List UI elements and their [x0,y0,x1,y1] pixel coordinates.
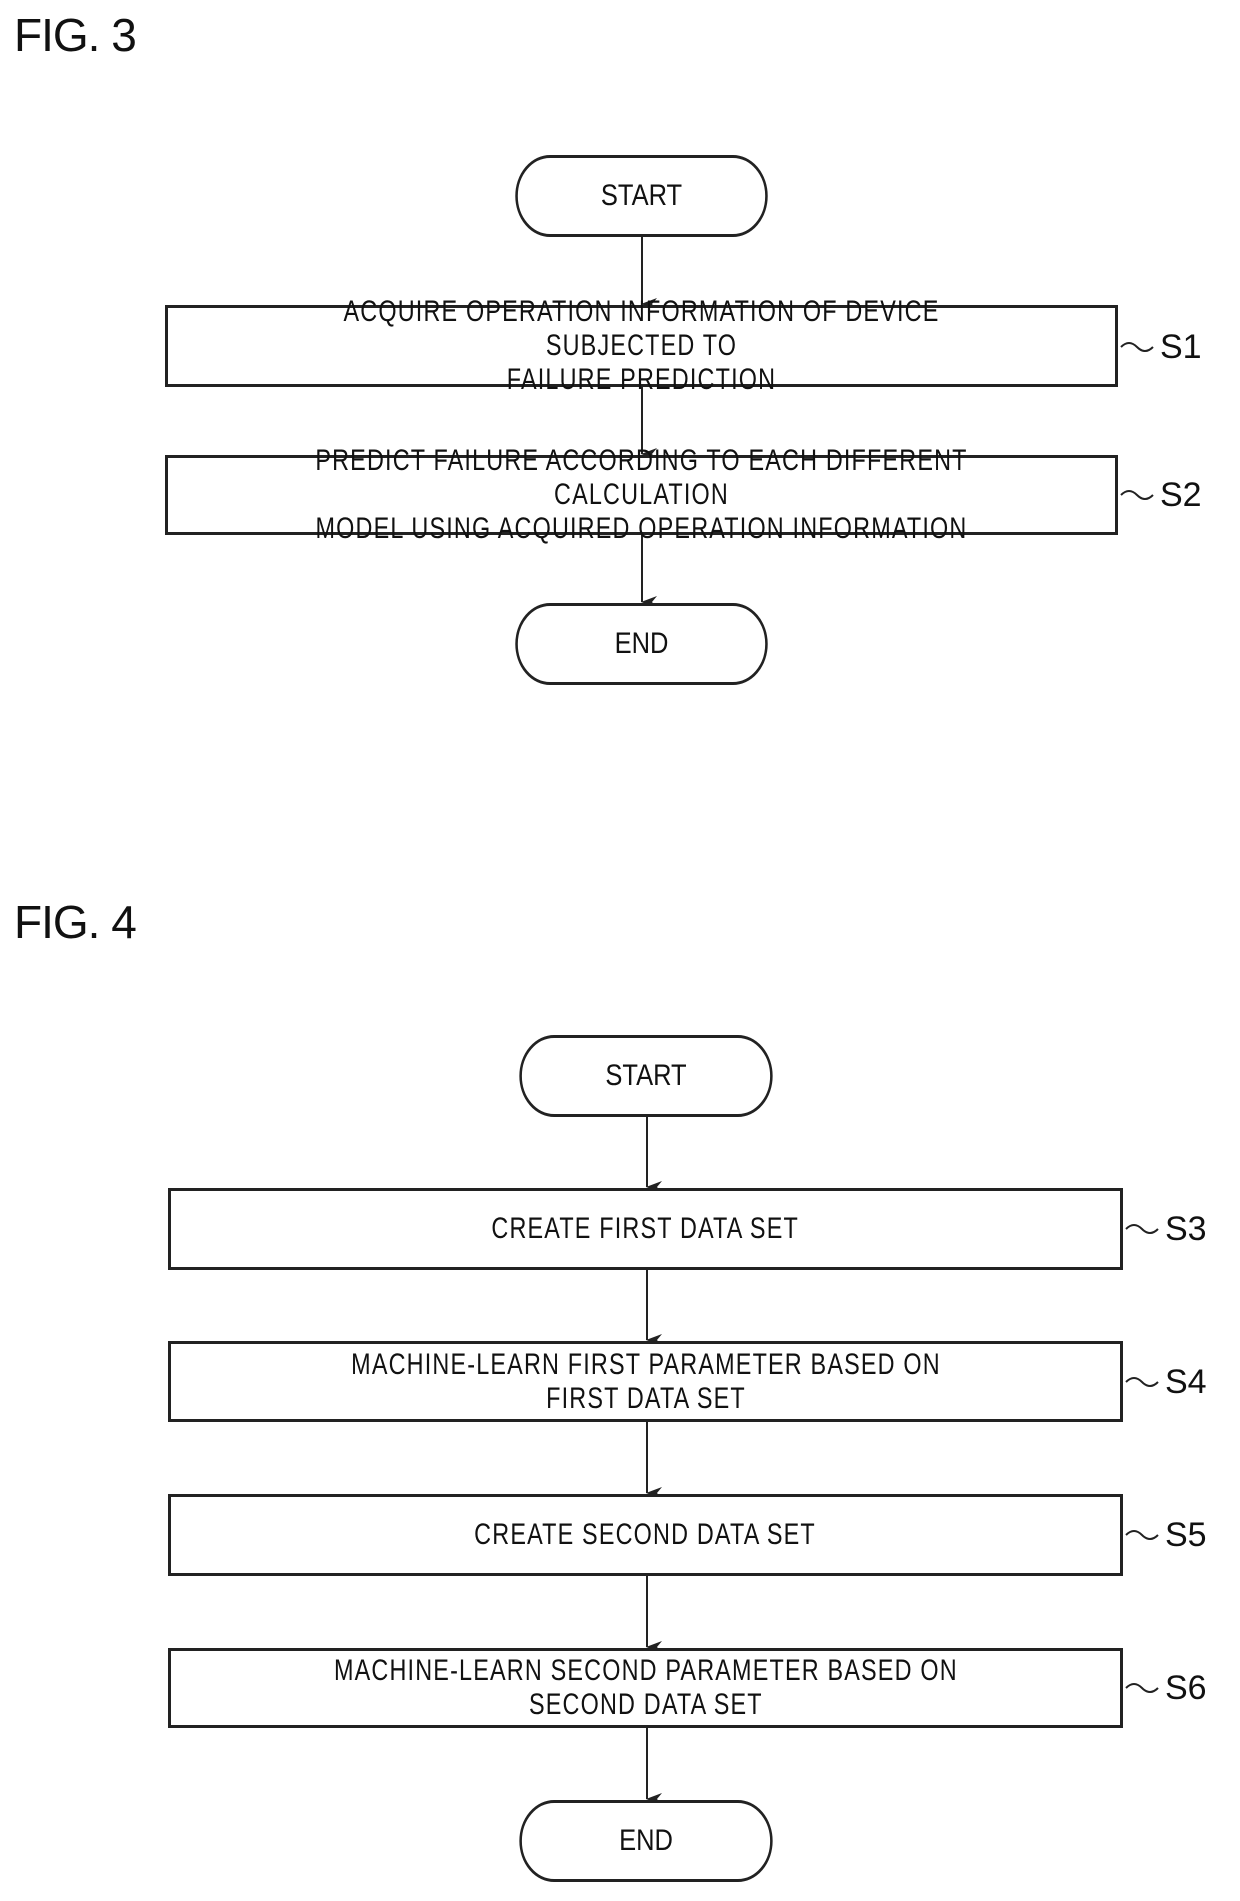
step-s3-text: CREATE FIRST DATA SET [491,1212,800,1245]
figure-4-label: FIG. 4 [14,896,137,948]
step-s1-box: ACQUIRE OPERATION INFORMATION OF DEVICE … [165,295,1118,396]
fig3-start-terminal: START [515,155,768,237]
step-s4-text: MACHINE-LEARN FIRST PARAMETER BASED ON F… [350,1347,941,1415]
figure-3-label: FIG. 3 [14,9,137,61]
flow-connectors [641,237,1159,1805]
start-label: START [600,179,683,212]
step-s3-label: S3 [1165,1210,1207,1248]
step-s2-box: PREDICT FAILURE ACCORDING TO EACH DIFFER… [165,444,1118,545]
step-s1-text: ACQUIRE OPERATION INFORMATION OF DEVICE … [343,295,940,396]
end-label: END [614,627,669,660]
step-s4-box: MACHINE-LEARN FIRST PARAMETER BASED ON F… [168,1341,1123,1422]
step-s6-label: S6 [1165,1669,1207,1707]
start-label: START [605,1059,687,1092]
step-s5-box: CREATE SECOND DATA SET [168,1494,1123,1576]
step-s2-text: PREDICT FAILURE ACCORDING TO EACH DIFFER… [315,444,968,545]
fig4-end-terminal: END [519,1800,773,1882]
step-s4-label: S4 [1165,1363,1207,1401]
step-s2-label: S2 [1160,476,1202,514]
s1-leader [1120,342,1154,352]
s4-leader [1125,1377,1159,1387]
step-s5-text: CREATE SECOND DATA SET [474,1518,817,1551]
end-label: END [619,1824,673,1857]
s5-leader [1125,1530,1159,1540]
step-s3-box: CREATE FIRST DATA SET [168,1188,1123,1270]
step-s6-box: MACHINE-LEARN SECOND PARAMETER BASED ON … [168,1648,1123,1728]
step-s5-label: S5 [1165,1516,1207,1554]
step-s1-label: S1 [1160,328,1202,366]
fig3-end-terminal: END [515,603,768,685]
fig4-start-terminal: START [519,1035,773,1117]
s3-leader [1125,1224,1159,1234]
step-s6-text: MACHINE-LEARN SECOND PARAMETER BASED ON … [333,1654,958,1721]
s6-leader [1125,1683,1159,1693]
s2-leader [1120,490,1154,500]
